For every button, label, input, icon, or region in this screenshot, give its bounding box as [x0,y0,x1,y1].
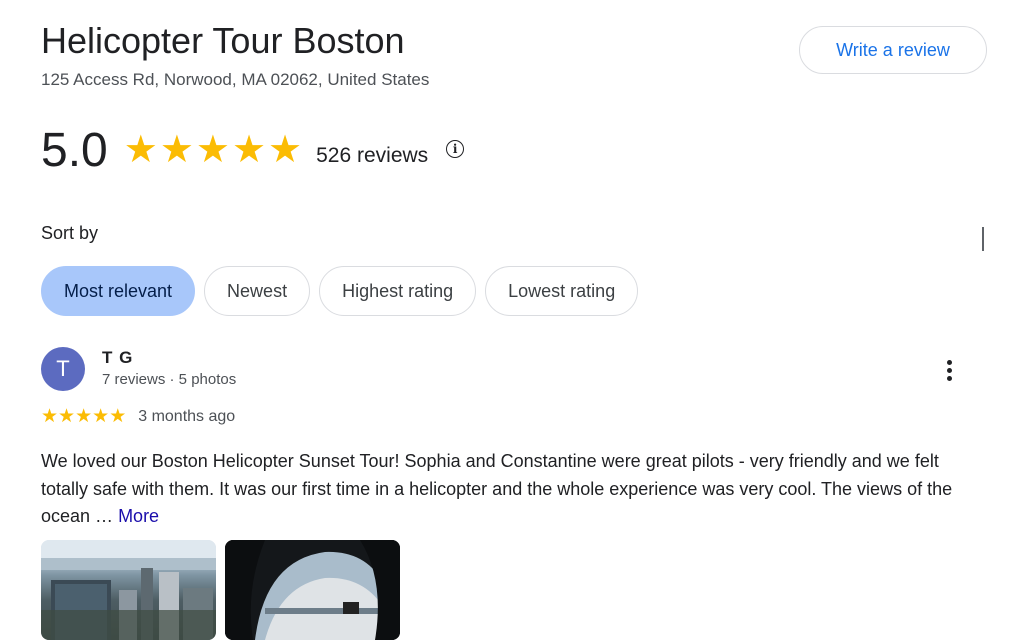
star-icon: ★ [58,406,76,427]
info-icon[interactable]: i [446,140,465,158]
review-body: We loved our Boston Helicopter Sunset To… [41,451,953,526]
reviewer-name[interactable]: T G [102,348,133,368]
rating-value: 5.0 [41,123,108,177]
star-icon: ★ [75,406,93,427]
city-skyline-photo [41,540,216,640]
rating-summary: 5.0 ★ ★ ★ ★ ★ 526 reviews i [41,120,465,180]
cockpit-photo [225,540,400,640]
star-icon: ★ [123,129,158,171]
sort-chips: Most relevant Newest Highest rating Lowe… [41,266,639,316]
write-review-button[interactable]: Write a review [799,26,987,74]
star-icon: ★ [195,129,230,171]
star-icon: ★ [92,406,110,427]
place-title: Helicopter Tour Boston [41,20,405,61]
review-stars: ★ ★ ★ ★ ★ [41,407,126,426]
chip-newest[interactable]: Newest [204,266,311,316]
chip-lowest-rating[interactable]: Lowest rating [485,266,639,316]
more-link[interactable]: More [118,506,159,526]
chip-highest-rating[interactable]: Highest rating [319,266,477,316]
review-photo[interactable] [225,540,400,640]
star-icon: ★ [268,129,303,171]
place-address: 125 Access Rd, Norwood, MA 02062, United… [41,70,430,89]
chip-most-relevant[interactable]: Most relevant [41,266,196,316]
reviews-count: 526 reviews [316,144,429,167]
star-icon: ★ [41,406,59,427]
star-icon: ★ [109,406,127,427]
review-date: 3 months ago [138,407,236,425]
rating-stars: ★ ★ ★ ★ ★ [124,131,302,169]
star-icon: ★ [231,129,267,171]
star-icon: ★ [159,129,194,171]
sort-label: Sort by [41,223,99,243]
reviewer-meta: 7 reviews · 5 photos [102,371,237,388]
review-rating: ★ ★ ★ ★ ★ 3 months ago [41,407,235,426]
avatar[interactable]: T [41,347,85,391]
review-text: We loved our Boston Helicopter Sunset To… [41,448,981,531]
review-photo[interactable] [41,540,216,640]
scrollbar[interactable] [982,227,984,251]
more-vert-icon[interactable] [938,356,960,384]
